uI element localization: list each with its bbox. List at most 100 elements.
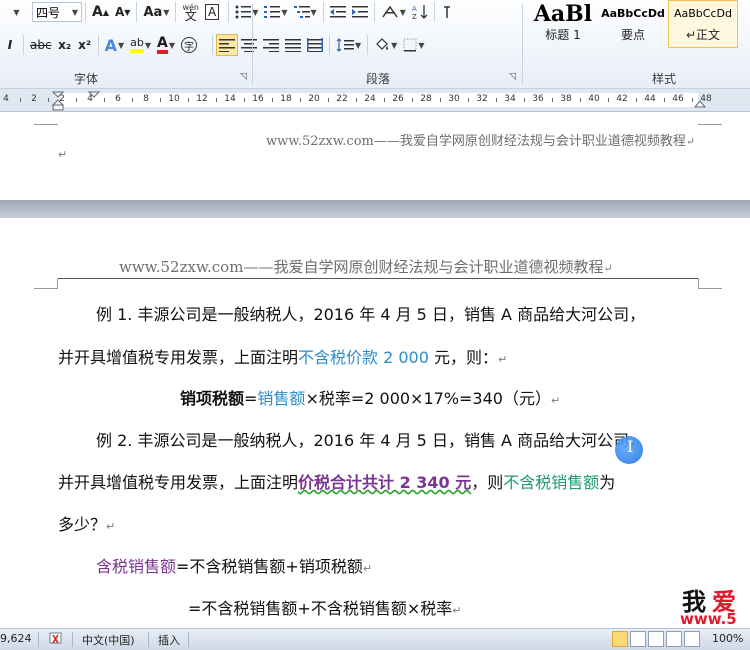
superscript-button[interactable]: x² xyxy=(75,34,95,56)
language-indicator[interactable]: 中文(中国) xyxy=(82,632,135,648)
multilevel-list-button[interactable]: ▼ xyxy=(291,1,320,23)
chinese-layout-button[interactable]: ▼ xyxy=(378,1,409,23)
style-heading-1[interactable]: AaBl 标题 1 xyxy=(528,0,598,48)
phonetic-guide-button[interactable]: wén 文 xyxy=(179,1,202,23)
italic-button-tail[interactable]: I xyxy=(0,34,20,56)
change-case-icon: Aa xyxy=(143,4,163,20)
increase-indent-button[interactable] xyxy=(349,1,371,23)
justify-button[interactable] xyxy=(282,34,304,56)
ruler-tick xyxy=(580,98,581,102)
justify-icon xyxy=(285,39,302,52)
print-layout-view-icon[interactable] xyxy=(612,631,628,647)
ruler-tick xyxy=(216,98,217,102)
crop-mark xyxy=(698,124,722,125)
word-count[interactable]: 9,624 xyxy=(0,632,32,645)
paragraph-mark: ↵ xyxy=(58,148,68,161)
ruler-label: 18 xyxy=(280,94,292,104)
web-layout-icon[interactable] xyxy=(648,631,664,647)
text-run: 多少？ xyxy=(58,515,107,534)
borders-button[interactable]: ▼ xyxy=(400,34,427,56)
i-beam-cursor-icon: I xyxy=(627,437,634,456)
ruler-tick xyxy=(328,98,329,102)
svg-text:Z: Z xyxy=(412,13,417,20)
crop-mark xyxy=(34,124,58,125)
show-marks-button[interactable] xyxy=(438,1,458,23)
separator xyxy=(38,632,39,647)
styles-gallery: AaBl 标题 1 AaBbCcDd 要点 AaBbCcDd ↵正文 xyxy=(528,0,738,50)
text-run: 为 xyxy=(599,473,616,492)
decrease-indent-button[interactable] xyxy=(327,1,349,23)
style-name: 要点 xyxy=(620,28,645,42)
draft-view-icon[interactable] xyxy=(684,631,700,647)
ruler-label: 40 xyxy=(588,94,600,104)
separator xyxy=(367,35,369,55)
paragraph-example-1-line-2: 并开具增值税专用发票，上面注明不含税价款 2 000 元，则：↵ xyxy=(58,344,507,368)
change-case-button[interactable]: Aa ▼ xyxy=(140,1,172,23)
font-dialog-launcher-icon[interactable]: ◹ xyxy=(240,72,247,82)
separator xyxy=(373,2,375,22)
text-run-green: 不含税销售额 xyxy=(503,473,600,492)
numbering-button[interactable]: ▼ xyxy=(261,1,290,23)
shading-button[interactable]: ▼ xyxy=(371,34,400,56)
align-left-button[interactable] xyxy=(216,34,239,56)
subscript-button[interactable]: x₂ xyxy=(55,34,75,56)
align-center-button[interactable] xyxy=(238,34,260,56)
style-key-point[interactable]: AaBbCcDd 要点 xyxy=(598,0,668,48)
zoom-level[interactable]: 100% xyxy=(712,632,743,645)
paragraph-mark: ↵ xyxy=(603,262,613,275)
text-run-purple: 价税合计共计 2 340 元 xyxy=(298,473,472,492)
separator xyxy=(97,35,99,55)
ribbon: ▼ 四号 ▼ A ▲ A ▼ Aa ▼ wén 文 A ▼ ▼ ▼ ▼ A Z … xyxy=(0,0,750,89)
ruler-label: 6 xyxy=(115,94,121,104)
font-name-dropdown-tail[interactable]: ▼ xyxy=(0,1,32,23)
bullets-button[interactable]: ▼ xyxy=(232,1,261,23)
outline-view-icon[interactable] xyxy=(666,631,682,647)
ruler-tick xyxy=(468,98,469,102)
group-label-styles: 样式 xyxy=(652,72,677,86)
highlight-icon: ab xyxy=(130,37,144,53)
line-spacing-button[interactable]: ▼ xyxy=(333,34,364,56)
sort-button[interactable]: AZ xyxy=(409,1,431,23)
font-color-button[interactable]: A ▼ xyxy=(154,34,178,56)
document-area[interactable]: www.52zxw.com——我爱自学网原创财经法规与会计职业道德视频教程 ↵ ↵… xyxy=(0,112,750,628)
subscript-icon: x₂ xyxy=(58,38,72,52)
ruler-tick xyxy=(496,98,497,102)
paragraph-example-2-line-3: 多少？↵ xyxy=(58,511,115,535)
ruler-label: 28 xyxy=(420,94,432,104)
enclose-characters-button[interactable]: 字 xyxy=(178,34,200,56)
ruler-tick xyxy=(524,98,525,102)
text-run: ，则 xyxy=(471,473,504,492)
style-normal[interactable]: AaBbCcDd ↵正文 xyxy=(668,0,738,48)
align-right-button[interactable] xyxy=(260,34,282,56)
right-indent-marker-icon[interactable] xyxy=(694,98,706,108)
shrink-font-button[interactable]: A ▼ xyxy=(112,1,133,23)
ruler-tick xyxy=(300,98,301,102)
font-size-dropdown[interactable]: 四号 ▼ xyxy=(32,2,82,22)
page-header-text-content: www.52zxw.com——我爱自学网原创财经法规与会计职业道德视频教程 xyxy=(266,134,686,149)
grow-font-button[interactable]: A ▲ xyxy=(89,1,112,23)
ribbon-row-1: ▼ 四号 ▼ A ▲ A ▼ Aa ▼ wén 文 A ▼ ▼ ▼ ▼ A Z xyxy=(0,0,458,24)
text-effect-button[interactable]: A ▼ xyxy=(102,34,128,56)
proofing-icon[interactable] xyxy=(48,631,66,647)
ruler-label: 42 xyxy=(616,94,628,104)
text-run-purple: 含税销售额 xyxy=(96,557,177,576)
first-line-indent-icon[interactable] xyxy=(88,91,100,99)
separator xyxy=(329,35,331,55)
ruler-label: 44 xyxy=(644,94,656,104)
paragraph-dialog-launcher-icon[interactable]: ◹ xyxy=(509,72,516,82)
paint-bucket-icon xyxy=(376,38,389,50)
full-screen-reading-icon[interactable] xyxy=(630,631,646,647)
indent-marker-icon[interactable] xyxy=(52,91,64,111)
align-center-icon xyxy=(241,39,258,52)
strikethrough-button[interactable]: abc xyxy=(27,34,55,56)
highlight-button[interactable]: ab ▼ xyxy=(127,34,154,56)
distributed-button[interactable] xyxy=(304,34,326,56)
ruler-tick xyxy=(160,98,161,102)
paragraph-mark: ↵ xyxy=(452,604,462,617)
text-run: 并开具增值税专用发票，上面注明 xyxy=(58,473,299,492)
horizontal-ruler[interactable]: 4 2 2 4 6 8 10 12 14 16 18 20 22 24 26 28 30 32 34 36 38 40 42… xyxy=(0,89,750,112)
insert-mode-indicator[interactable]: 插入 xyxy=(158,632,180,648)
character-border-button[interactable]: A xyxy=(202,1,222,23)
font-color-icon: A xyxy=(157,36,168,54)
ruler-label: 10 xyxy=(168,94,180,104)
